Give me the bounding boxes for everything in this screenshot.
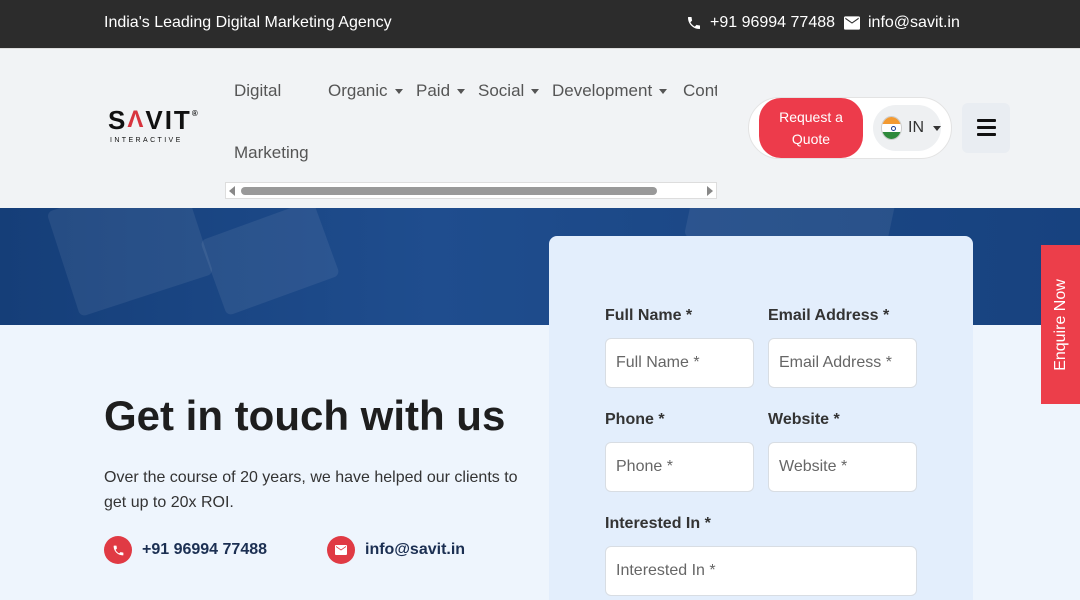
request-quote-button[interactable]: Request a Quote — [759, 98, 863, 158]
scroll-right-arrow-icon[interactable] — [707, 186, 713, 196]
top-bar: India's Leading Digital Marketing Agency… — [0, 0, 1080, 48]
hero-email-link[interactable]: info@savit.in — [327, 536, 465, 564]
scrollbar-thumb[interactable] — [241, 187, 657, 195]
nav-item-paid[interactable]: Paid — [416, 81, 466, 101]
phone-label: Phone * — [605, 411, 665, 428]
full-name-input[interactable] — [605, 338, 754, 388]
menu-icon-bar — [977, 126, 996, 129]
quote-label-line1: Request a — [779, 109, 843, 125]
topbar-phone-link[interactable]: +91 96994 77488 — [686, 14, 835, 32]
mail-icon — [327, 536, 355, 564]
phone-input[interactable] — [605, 442, 754, 492]
interest-label: Interested In * — [605, 515, 711, 532]
topbar-email-text: info@savit.in — [868, 14, 960, 31]
savit-logo[interactable]: S Λ VIT ® INTERACTIVE — [108, 107, 198, 151]
nav-item-social[interactable]: Social — [478, 81, 540, 101]
hero-email-text: info@savit.in — [365, 541, 466, 558]
logo-letter-s: S — [108, 105, 128, 135]
website-label: Website * — [768, 411, 840, 428]
banner-decor — [46, 208, 214, 317]
nav-horizontal-scrollbar[interactable] — [225, 182, 717, 199]
chevron-down-icon — [659, 88, 668, 94]
nav-label-development: Development — [552, 81, 653, 100]
full-name-label: Full Name * — [605, 307, 693, 324]
email-input[interactable] — [768, 338, 917, 388]
nav-label-paid: Paid — [416, 81, 451, 100]
interest-input[interactable] — [605, 546, 917, 596]
agency-tagline: India's Leading Digital Marketing Agency — [104, 14, 392, 31]
nav-item-development[interactable]: Development — [552, 81, 668, 101]
header-cta-group: Request a Quote IN — [748, 97, 952, 159]
quote-label-line2: Quote — [791, 131, 831, 147]
language-selector[interactable]: IN — [873, 105, 941, 151]
hero-description: Over the course of 20 years, we have hel… — [104, 469, 518, 511]
topbar-phone-text: +91 96994 77488 — [710, 14, 836, 31]
india-flag-icon — [881, 116, 902, 140]
nav-label-social: Social — [478, 81, 525, 100]
enquire-now-tab[interactable]: Enquire Now — [1041, 245, 1080, 404]
language-code: IN — [908, 119, 924, 136]
email-label: Email Address * — [768, 307, 890, 324]
nav-label-contact: Cont — [683, 81, 717, 100]
logo-registered-mark: ® — [191, 109, 200, 118]
nav-item-contact[interactable]: Cont — [683, 81, 717, 101]
chevron-down-icon — [394, 88, 403, 94]
phone-icon — [104, 536, 132, 564]
nav-label-marketing: Marketing — [234, 143, 309, 162]
nav-item-digital-marketing[interactable]: Digital — [234, 81, 281, 101]
scroll-left-arrow-icon[interactable] — [229, 186, 235, 196]
nav-label-digital: Digital — [234, 81, 282, 100]
nav-label-organic: Organic — [328, 81, 388, 100]
page-title: Get in touch with us — [104, 392, 506, 439]
enquiry-form: Full Name * Email Address * Phone * Webs… — [549, 236, 973, 600]
phone-icon — [688, 17, 700, 29]
chevron-down-icon — [531, 88, 540, 94]
site-header: S Λ VIT ® INTERACTIVE Digital Marketing Org… — [0, 48, 1080, 208]
logo-subtitle: INTERACTIVE — [110, 137, 183, 144]
logo-letter-a: Λ — [127, 106, 146, 133]
banner-decor — [199, 208, 341, 317]
hero-phone-link[interactable]: +91 96994 77488 — [104, 536, 267, 564]
logo-letters-vit: VIT — [145, 105, 192, 135]
menu-icon-bar — [977, 119, 996, 122]
nav-item-digital-marketing-line2[interactable]: Marketing — [234, 143, 309, 163]
enquire-now-label: Enquire Now — [1051, 278, 1069, 371]
chevron-down-icon — [457, 88, 466, 94]
chevron-down-icon — [933, 125, 941, 131]
hero-phone-text: +91 96994 77488 — [142, 541, 268, 558]
menu-icon-bar — [977, 133, 996, 136]
logo-wordmark: S Λ VIT ® — [108, 105, 198, 135]
hamburger-menu-button[interactable] — [962, 103, 1010, 153]
mail-icon — [844, 16, 860, 30]
nav-item-organic[interactable]: Organic — [328, 81, 403, 101]
topbar-email-link[interactable]: info@savit.in — [844, 14, 960, 32]
website-input[interactable] — [768, 442, 917, 492]
